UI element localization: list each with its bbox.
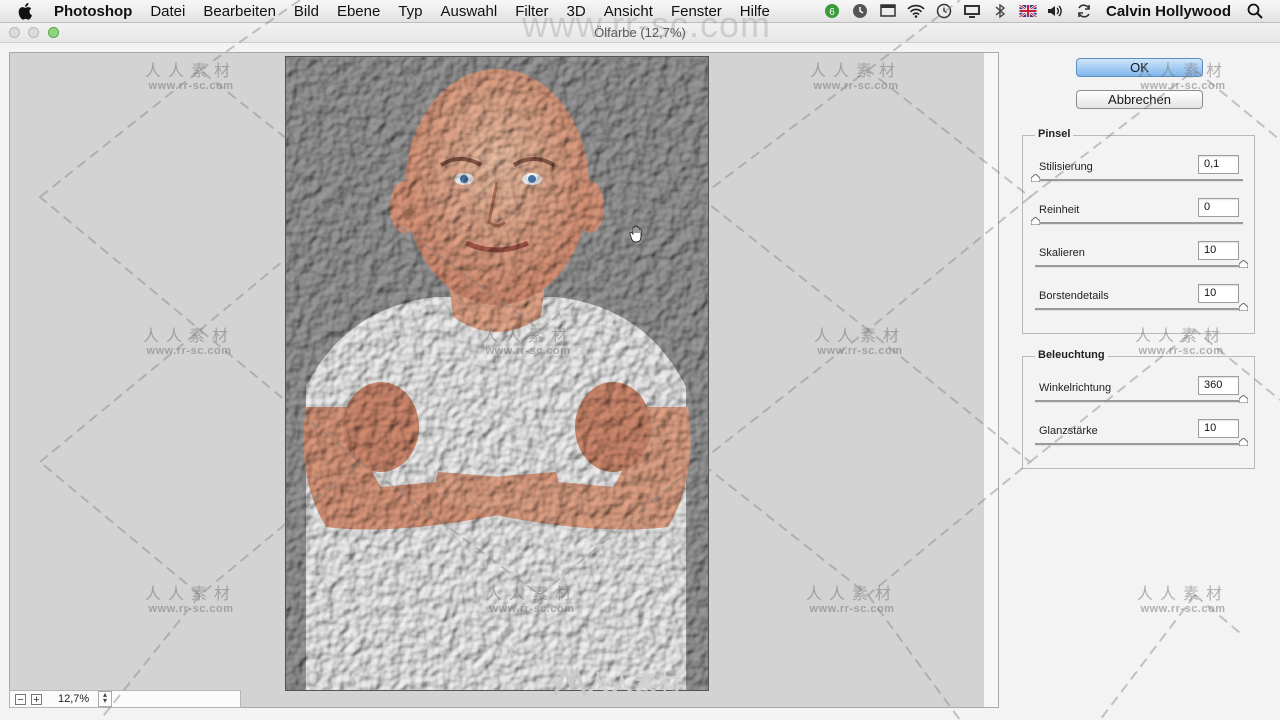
menu-bearbeiten[interactable]: Bearbeiten: [194, 3, 285, 20]
reinheit-slider-thumb[interactable]: [1031, 217, 1040, 225]
borstendetails-slider-thumb[interactable]: [1239, 303, 1248, 311]
row-borstendetails: Borstendetails 10: [1023, 284, 1254, 330]
preview-image: [285, 56, 709, 691]
winkelrichtung-slider[interactable]: [1035, 395, 1248, 403]
reinheit-field[interactable]: 0: [1198, 198, 1239, 217]
menu-filter[interactable]: Filter: [506, 3, 557, 20]
menu-fenster[interactable]: Fenster: [662, 3, 731, 20]
borstendetails-slider[interactable]: [1035, 303, 1248, 311]
stilisierung-field[interactable]: 0,1: [1198, 155, 1239, 174]
glanzstaerke-slider[interactable]: [1035, 438, 1248, 446]
zoom-out-button[interactable]: −: [15, 693, 26, 705]
window-icon[interactable]: [877, 0, 899, 22]
zoom-in-button[interactable]: +: [31, 693, 42, 705]
winkelrichtung-field[interactable]: 360: [1198, 376, 1239, 395]
beleuchtung-title: Beleuchtung: [1035, 349, 1108, 361]
ok-button[interactable]: OK: [1076, 58, 1203, 77]
pinsel-title: Pinsel: [1035, 128, 1074, 140]
row-reinheit: Reinheit 0: [1023, 198, 1254, 244]
menu-3d[interactable]: 3D: [558, 3, 595, 20]
row-stilisierung: Stilisierung 0,1: [1023, 155, 1254, 201]
row-winkelrichtung: Winkelrichtung 360: [1023, 376, 1254, 422]
menu-bar: Photoshop Datei Bearbeiten Bild Ebene Ty…: [0, 0, 1280, 23]
menu-datei[interactable]: Datei: [141, 3, 194, 20]
volume-icon[interactable]: [1045, 0, 1067, 22]
bluetooth-icon[interactable]: [989, 0, 1011, 22]
zoom-stepper-icon[interactable]: ▴ ▾: [98, 691, 112, 707]
skalieren-slider[interactable]: [1035, 260, 1248, 268]
display-icon[interactable]: [961, 0, 983, 22]
hand-cursor-icon: [629, 225, 645, 248]
evernote-icon[interactable]: 6: [821, 0, 843, 22]
apple-menu-icon[interactable]: [18, 2, 38, 20]
reinheit-slider[interactable]: [1031, 217, 1243, 225]
watermark-url: www.rr-sc.com: [1140, 603, 1226, 615]
wifi-icon[interactable]: [905, 0, 927, 22]
preview-scrollbar[interactable]: [983, 53, 998, 707]
glanzstaerke-field[interactable]: 10: [1198, 419, 1239, 438]
zoom-control: − + 12,7% ▴ ▾: [9, 690, 241, 708]
stilisierung-slider-thumb[interactable]: [1031, 174, 1040, 182]
menu-bild[interactable]: Bild: [285, 3, 328, 20]
borstendetails-field[interactable]: 10: [1198, 284, 1239, 303]
time-machine-icon[interactable]: [933, 0, 955, 22]
reinheit-label: Reinheit: [1039, 204, 1080, 216]
menu-ebene[interactable]: Ebene: [328, 3, 389, 20]
svg-text:6: 6: [829, 7, 835, 18]
watermark: 人人素材 www.rr-sc.com: [1137, 580, 1229, 615]
winkelrichtung-slider-thumb[interactable]: [1239, 395, 1248, 403]
preview-canvas[interactable]: [9, 52, 999, 708]
zoom-value: 12,7%: [58, 693, 90, 705]
flag-icon[interactable]: [1017, 0, 1039, 22]
menu-typ[interactable]: Typ: [389, 3, 431, 20]
menu-extras: 6 Calvin Hollywood: [818, 0, 1280, 22]
menu-hilfe[interactable]: Hilfe: [731, 3, 779, 20]
winkelrichtung-label: Winkelrichtung: [1039, 382, 1112, 394]
watermark-cn: 人人素材: [1137, 586, 1230, 603]
window-title: Ölfarbe (12,7%): [594, 25, 686, 40]
menu-ansicht[interactable]: Ansicht: [595, 3, 662, 20]
clock-icon[interactable]: [849, 0, 871, 22]
menu-auswahl[interactable]: Auswahl: [432, 3, 507, 20]
glanzstaerke-label: Glanzstärke: [1039, 425, 1098, 437]
skalieren-field[interactable]: 10: [1198, 241, 1239, 260]
user-name[interactable]: Calvin Hollywood: [1106, 3, 1231, 20]
dialog-titlebar: Ölfarbe (12,7%): [0, 23, 1280, 43]
skalieren-slider-thumb[interactable]: [1239, 260, 1248, 268]
stilisierung-slider[interactable]: [1031, 174, 1243, 182]
pinsel-group: Pinsel Stilisierung 0,1 Reinheit 0 Skali…: [1022, 128, 1255, 334]
row-skalieren: Skalieren 10: [1023, 241, 1254, 287]
cancel-button[interactable]: Abbrechen: [1076, 90, 1203, 109]
stilisierung-label: Stilisierung: [1039, 161, 1093, 173]
menu-app-photoshop[interactable]: Photoshop: [52, 3, 141, 20]
borstendetails-label: Borstendetails: [1039, 290, 1109, 302]
row-glanzstaerke: Glanzstärke 10: [1023, 419, 1254, 465]
spotlight-search-icon[interactable]: [1244, 0, 1266, 22]
skalieren-label: Skalieren: [1039, 247, 1085, 259]
glanzstaerke-slider-thumb[interactable]: [1239, 438, 1248, 446]
beleuchtung-group: Beleuchtung Winkelrichtung 360 Glanzstär…: [1022, 349, 1255, 469]
sync-icon[interactable]: [1073, 0, 1095, 22]
